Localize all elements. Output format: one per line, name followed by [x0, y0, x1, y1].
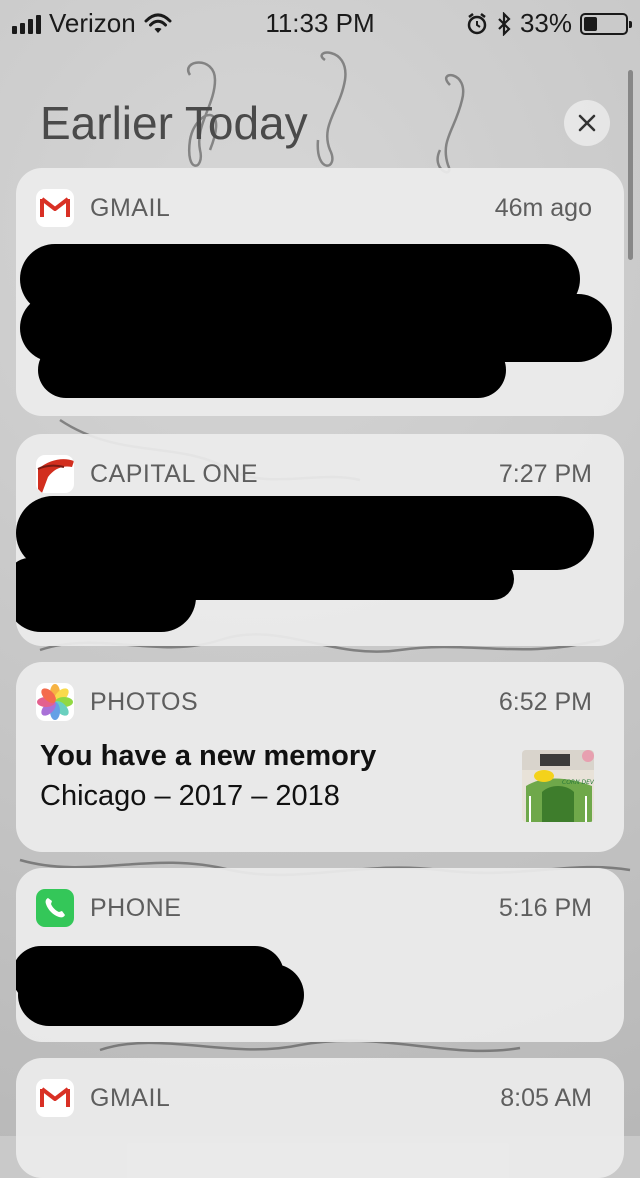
notification-card-gmail[interactable]: GMAIL 46m ago: [16, 168, 624, 416]
notification-card-capital-one[interactable]: CAPITAL ONE 7:27 PM: [16, 434, 624, 646]
app-name: PHOTOS: [90, 687, 199, 716]
battery-icon: [580, 12, 632, 35]
notification-card-gmail[interactable]: GMAIL 8:05 AM: [16, 1058, 624, 1178]
scrollbar[interactable]: [628, 70, 633, 260]
notification-card-phone[interactable]: PHONE 5:16 PM: [16, 868, 624, 1042]
status-bar: Verizon 11:33 PM 33%: [0, 0, 640, 48]
memory-thumbnail: CORN DEVIL: [522, 750, 594, 822]
redacted-content: [18, 964, 304, 1026]
notification-time: 7:27 PM: [498, 459, 592, 488]
gmail-icon: [36, 1079, 74, 1117]
notification-time: 6:52 PM: [498, 687, 592, 716]
capital-one-icon: [36, 455, 74, 493]
notification-title: You have a new memory: [40, 740, 377, 772]
notification-card-photos[interactable]: PHOTOS 6:52 PM You have a new memory Chi…: [16, 662, 624, 852]
notification-time: 5:16 PM: [498, 893, 592, 922]
clear-notifications-button[interactable]: [564, 100, 610, 146]
notification-body: Chicago – 2017 – 2018: [40, 780, 340, 812]
phone-icon: [36, 889, 74, 927]
bluetooth-icon: [498, 11, 511, 36]
app-name: PHONE: [90, 893, 182, 922]
redacted-content: [16, 562, 196, 632]
photos-icon: [36, 683, 74, 721]
app-name: CAPITAL ONE: [90, 459, 259, 488]
app-name: GMAIL: [90, 1083, 171, 1112]
battery-percent: 33%: [519, 8, 572, 38]
gmail-icon: [36, 189, 74, 227]
battery-level: [584, 16, 597, 31]
close-icon: [578, 114, 596, 132]
alarm-icon: [467, 12, 487, 34]
notification-time: 46m ago: [494, 193, 592, 222]
redacted-content: [38, 342, 506, 398]
section-title: Earlier Today: [40, 97, 308, 149]
app-name: GMAIL: [90, 193, 171, 222]
notification-time: 8:05 AM: [500, 1083, 592, 1112]
svg-text:CORN DEVIL: CORN DEVIL: [562, 779, 594, 786]
